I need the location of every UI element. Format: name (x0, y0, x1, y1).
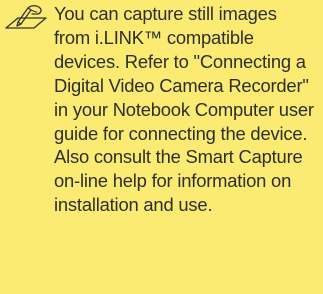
note-callout: You can capture still images from i.LINK… (0, 0, 323, 294)
writing-hand-note-icon (4, 4, 48, 30)
note-text: You can capture still images from i.LINK… (54, 3, 314, 216)
